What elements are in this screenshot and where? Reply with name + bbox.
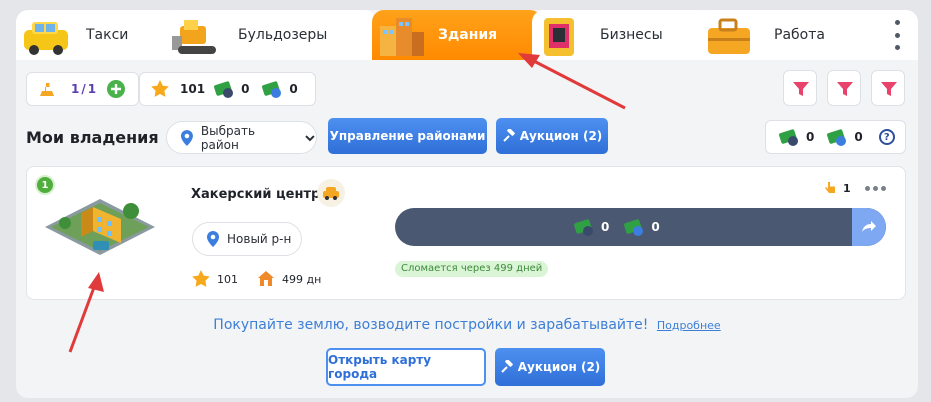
district-name: Новый р-н (227, 232, 292, 246)
filter-button-1[interactable] (783, 70, 817, 106)
tab-bulldozers-label: Бульдозеры (238, 27, 328, 43)
cash-green-icon (214, 81, 234, 98)
location-pin-icon (180, 129, 193, 146)
slots-used: 1 (71, 82, 80, 96)
star-icon (151, 80, 169, 97)
category-tabs: Такси Бульдозеры Здания Бизнесы Работа (16, 10, 918, 60)
tab-taxi[interactable]: Такси (16, 10, 184, 60)
bulldozer-icon (172, 20, 216, 54)
district-select[interactable]: Выбрать район (166, 121, 317, 154)
slots-separator: / (81, 82, 86, 96)
cash-green-icon (574, 219, 593, 236)
more-link[interactable]: Подробнее (657, 319, 721, 332)
collect-button[interactable] (852, 208, 886, 246)
location-pin-icon (207, 231, 219, 247)
building-thumbnail[interactable] (41, 177, 159, 277)
open-map-label: Открыть карту города (328, 353, 432, 381)
income-a: 0 (601, 220, 610, 234)
tab-businesses[interactable]: Бизнесы (532, 10, 712, 60)
tab-work-label: Работа (774, 27, 825, 43)
card-more-icon[interactable] (865, 186, 886, 191)
manage-districts-button[interactable]: Управление районами (328, 118, 487, 154)
break-timer-badge: Сломается через 499 дней (395, 261, 549, 277)
wallet-chip: 0 0 ? (765, 120, 906, 154)
property-name: Хакерский центр (191, 187, 321, 202)
open-map-button[interactable]: Открыть карту города (326, 348, 486, 386)
cash-blue-icon (262, 81, 282, 98)
manage-districts-label: Управление районами (329, 129, 486, 143)
stars-count: 101 (180, 82, 206, 96)
income-bar: 0 0 (395, 208, 886, 246)
taxi-badge-icon[interactable] (317, 179, 345, 207)
tab-buildings[interactable]: Здания (372, 10, 542, 60)
cash-green-icon (779, 129, 798, 146)
slots-chip: 1 / 1 (26, 72, 139, 106)
filter-button-2[interactable] (827, 70, 861, 106)
landmark-icon (40, 83, 54, 96)
buildings-panel: Такси Бульдозеры Здания Бизнесы Работа 1… (16, 10, 918, 398)
tab-businesses-label: Бизнесы (600, 27, 663, 43)
promo-text-row: Покупайте землю, возводите постройки и з… (16, 317, 918, 333)
hand-icon (825, 182, 835, 193)
filter-icon (793, 82, 809, 96)
tab-taxi-label: Такси (86, 27, 129, 43)
filter-icon (837, 82, 853, 96)
likes-count: 1 (843, 181, 851, 195)
property-card[interactable]: 1 Хакерский центр Новый р-н 101 499 дн 1 (26, 166, 906, 300)
auction-top-label: Аукцион (2) (519, 129, 603, 143)
filter-icon (881, 82, 897, 96)
wallet-a-count: 0 (806, 130, 815, 144)
share-arrow-icon (862, 221, 876, 232)
cash-a-count: 0 (241, 82, 250, 96)
tab-bulldozers[interactable]: Бульдозеры (166, 10, 376, 60)
gavel-icon (500, 360, 513, 373)
briefcase-icon (708, 18, 750, 54)
business-icon (544, 18, 574, 56)
tab-buildings-label: Здания (438, 27, 498, 43)
income-b: 0 (651, 220, 660, 234)
auction-button-top[interactable]: Аукцион (2) (496, 118, 608, 154)
property-days: 499 дн (282, 272, 322, 286)
cash-b-count: 0 (289, 82, 298, 96)
gavel-icon (502, 129, 515, 142)
district-select-label: Выбрать район (200, 123, 256, 152)
auction-bottom-label: Аукцион (2) (517, 360, 601, 374)
taxi-icon (24, 22, 68, 55)
likes[interactable]: 1 (823, 181, 851, 195)
property-stats: 101 499 дн (191, 269, 321, 289)
property-stars: 101 (217, 272, 238, 286)
auction-button-bottom[interactable]: Аукцион (2) (495, 348, 605, 386)
level-value: 1 (41, 179, 49, 191)
buildings-icon (380, 18, 424, 56)
stats-chip: 101 0 0 (139, 72, 316, 106)
filter-button-3[interactable] (871, 70, 905, 106)
slots-total: 1 (87, 82, 97, 96)
promo-text: Покупайте землю, возводите постройки и з… (213, 317, 649, 333)
tab-work[interactable]: Работа (696, 10, 918, 60)
page-title: Мои владения (26, 128, 159, 147)
cash-blue-icon (624, 219, 644, 236)
cash-blue-icon (827, 129, 847, 146)
more-menu-icon[interactable] (890, 20, 904, 50)
help-icon[interactable]: ? (878, 129, 895, 145)
district-badge[interactable]: Новый р-н (192, 222, 302, 256)
level-badge: 1 (35, 175, 55, 195)
house-icon (258, 271, 274, 286)
wallet-b-count: 0 (854, 130, 863, 144)
add-slot-icon[interactable] (106, 79, 126, 99)
chevron-down-icon (305, 134, 315, 141)
star-icon (192, 270, 210, 287)
